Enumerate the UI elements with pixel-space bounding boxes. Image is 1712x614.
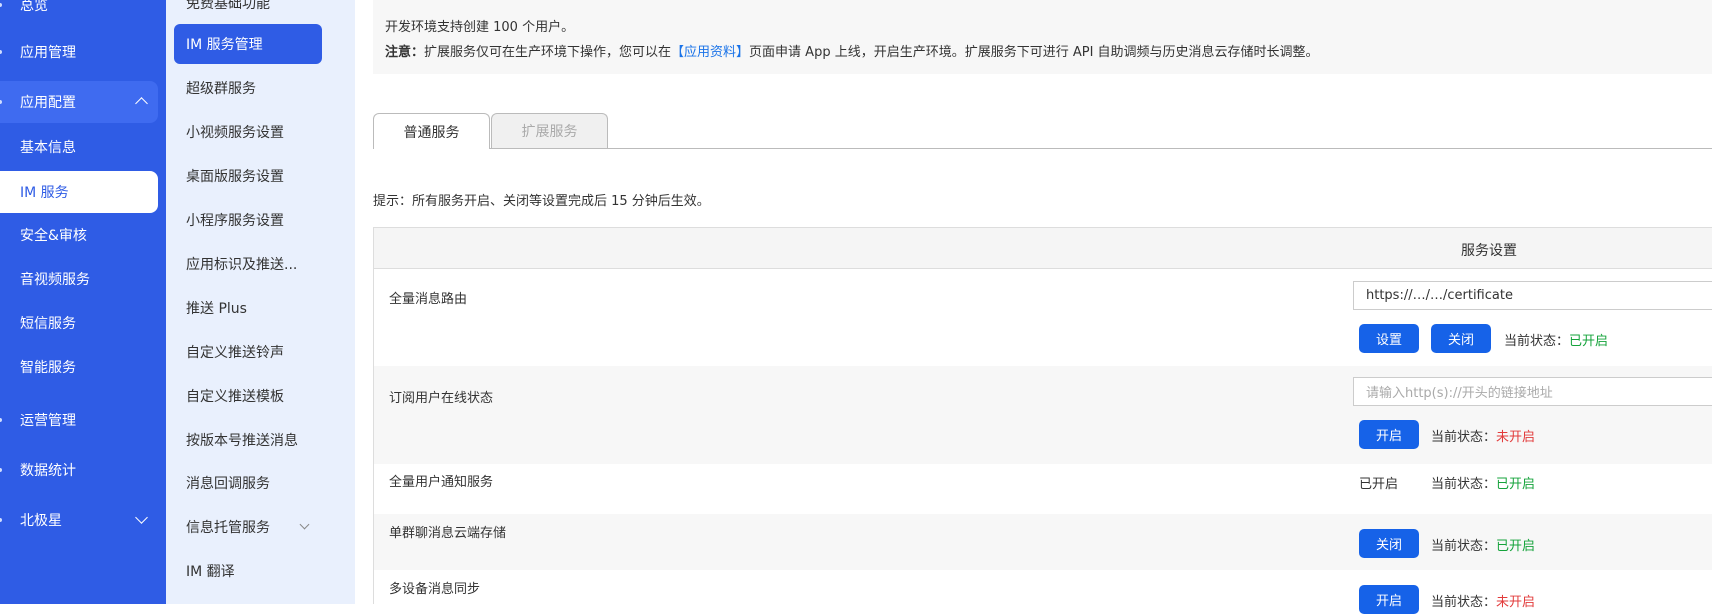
nav-item-smart-service[interactable]: 智能服务 — [0, 346, 158, 388]
status-text: 当前状态：已开启 — [1504, 334, 1609, 349]
sub-item-super-group[interactable]: 超级群服务 — [174, 68, 322, 108]
sub-item-info-hosting[interactable]: 信息托管服务 — [174, 507, 322, 547]
notice-line-1: 开发环境支持创建 100 个用户。 — [385, 20, 575, 35]
status-badge: 已开启 — [1496, 539, 1536, 554]
bullet-icon — [0, 100, 2, 104]
secondary-sidebar: 免费基础功能 IM 服务管理 超级群服务 小视频服务设置 桌面版服务设置 小程序… — [166, 0, 355, 604]
service-table: 服务设置 全量消息路由 https://…/…/certificate 设置 关… — [373, 227, 1712, 614]
status-badge: 未开启 — [1496, 430, 1536, 445]
notice-label: 注意： — [385, 45, 425, 60]
tab-extended-service[interactable]: 扩展服务 — [491, 113, 608, 148]
sub-item-version-push[interactable]: 按版本号推送消息 — [174, 420, 322, 460]
sub-item-free-basic[interactable]: 免费基础功能 — [174, 0, 322, 23]
row-name: 全量用户通知服务 — [389, 475, 494, 490]
notice-line-2: 注意：扩展服务仅可在生产环境下操作，您可以在【应用资料】页面申请 App 上线，… — [385, 41, 1319, 60]
status-text: 当前状态：未开启 — [1431, 430, 1536, 445]
main-content: 开发环境支持创建 100 个用户。 注意：扩展服务仅可在生产环境下操作，您可以在… — [355, 0, 1712, 614]
app-profile-link[interactable]: 【应用资料】 — [671, 45, 749, 60]
message-route-url-input[interactable]: https://…/…/certificate — [1353, 281, 1712, 310]
nav-item-app-config[interactable]: 应用配置 — [0, 81, 158, 123]
nav-item-security[interactable]: 安全&审核 — [0, 214, 158, 256]
enable-button[interactable]: 开启 — [1359, 585, 1419, 614]
sub-item-custom-ringtone[interactable]: 自定义推送铃声 — [174, 332, 322, 372]
bullet-icon — [0, 418, 2, 422]
notice-text-b: 页面申请 App 上线，开启生产环境。扩展服务下可进行 API 自助调频与历史消… — [749, 45, 1319, 60]
bullet-icon — [0, 50, 2, 54]
set-button[interactable]: 设置 — [1359, 324, 1419, 353]
notice-text-a: 扩展服务仅可在生产环境下操作，您可以在 — [424, 45, 672, 60]
chevron-up-icon — [135, 97, 148, 110]
table-row: 订阅用户在线状态 请输入http(s)://开头的链接地址 开启 当前状态：未开… — [374, 366, 1712, 464]
bullet-icon — [0, 3, 2, 7]
status-text: 当前状态：已开启 — [1431, 477, 1536, 492]
table-header: 服务设置 — [374, 228, 1712, 269]
sub-item-mini-program[interactable]: 小程序服务设置 — [174, 200, 322, 240]
bullet-icon — [0, 518, 2, 522]
status-badge: 已开启 — [1496, 477, 1536, 492]
sub-item-callback[interactable]: 消息回调服务 — [174, 463, 322, 503]
status-text: 当前状态：未开启 — [1431, 595, 1536, 610]
status-text: 当前状态：已开启 — [1431, 539, 1536, 554]
sub-item-short-video[interactable]: 小视频服务设置 — [174, 112, 322, 152]
chevron-down-icon — [299, 519, 310, 530]
sub-item-custom-template[interactable]: 自定义推送模板 — [174, 376, 322, 416]
row-name: 多设备消息同步 — [389, 582, 481, 597]
table-row: 全量用户通知服务 已开启 当前状态：已开启 — [374, 464, 1712, 514]
row-name: 订阅用户在线状态 — [389, 391, 494, 406]
row-name: 全量消息路由 — [389, 292, 468, 307]
sub-item-app-push[interactable]: 应用标识及推送... — [174, 244, 322, 284]
nav-item-av-service[interactable]: 音视频服务 — [0, 258, 158, 300]
main-sidebar: 总览 应用管理 应用配置 基本信息 IM 服务 安全&审核 音视频服务 短信服务… — [0, 0, 166, 604]
table-row: 单群聊消息云端存储 关闭 当前状态：已开启 — [374, 514, 1712, 570]
bullet-icon — [0, 468, 2, 472]
enable-button[interactable]: 开启 — [1359, 420, 1419, 449]
nav-item-im-service[interactable]: IM 服务 — [0, 171, 158, 213]
tab-normal-service[interactable]: 普通服务 — [373, 113, 490, 149]
close-button[interactable]: 关闭 — [1431, 324, 1491, 353]
row-name: 单群聊消息云端存储 — [389, 526, 507, 541]
sub-item-desktop[interactable]: 桌面版服务设置 — [174, 156, 322, 196]
sub-item-im-management[interactable]: IM 服务管理 — [174, 24, 322, 64]
enabled-text: 已开启 — [1359, 477, 1399, 492]
chevron-down-icon — [135, 511, 148, 524]
tip-text: 提示：所有服务开启、关闭等设置完成后 15 分钟后生效。 — [373, 194, 710, 209]
service-tabs: 普通服务 扩展服务 — [373, 113, 1712, 149]
nav-item-overview[interactable]: 总览 — [0, 0, 158, 26]
table-row: 多设备消息同步 开启 当前状态：未开启 — [374, 570, 1712, 614]
nav-item-app-management[interactable]: 应用管理 — [0, 31, 158, 73]
nav-item-sms-service[interactable]: 短信服务 — [0, 302, 158, 344]
header-service-settings: 服务设置 — [1461, 243, 1517, 259]
sub-item-im-translate[interactable]: IM 翻译 — [174, 551, 322, 591]
notice-box: 开发环境支持创建 100 个用户。 注意：扩展服务仅可在生产环境下操作，您可以在… — [373, 0, 1712, 74]
nav-item-statistics[interactable]: 数据统计 — [0, 449, 158, 491]
sub-item-push-plus[interactable]: 推送 Plus — [174, 288, 322, 328]
table-row: 全量消息路由 https://…/…/certificate 设置 关闭 当前状… — [374, 268, 1712, 366]
nav-item-operations[interactable]: 运营管理 — [0, 399, 158, 441]
status-badge: 未开启 — [1496, 595, 1536, 610]
close-button[interactable]: 关闭 — [1359, 529, 1419, 558]
nav-item-polaris[interactable]: 北极星 — [0, 499, 158, 541]
nav-item-basic-info[interactable]: 基本信息 — [0, 126, 158, 168]
online-status-url-input[interactable]: 请输入http(s)://开头的链接地址 — [1353, 377, 1712, 406]
status-badge: 已开启 — [1569, 334, 1609, 349]
